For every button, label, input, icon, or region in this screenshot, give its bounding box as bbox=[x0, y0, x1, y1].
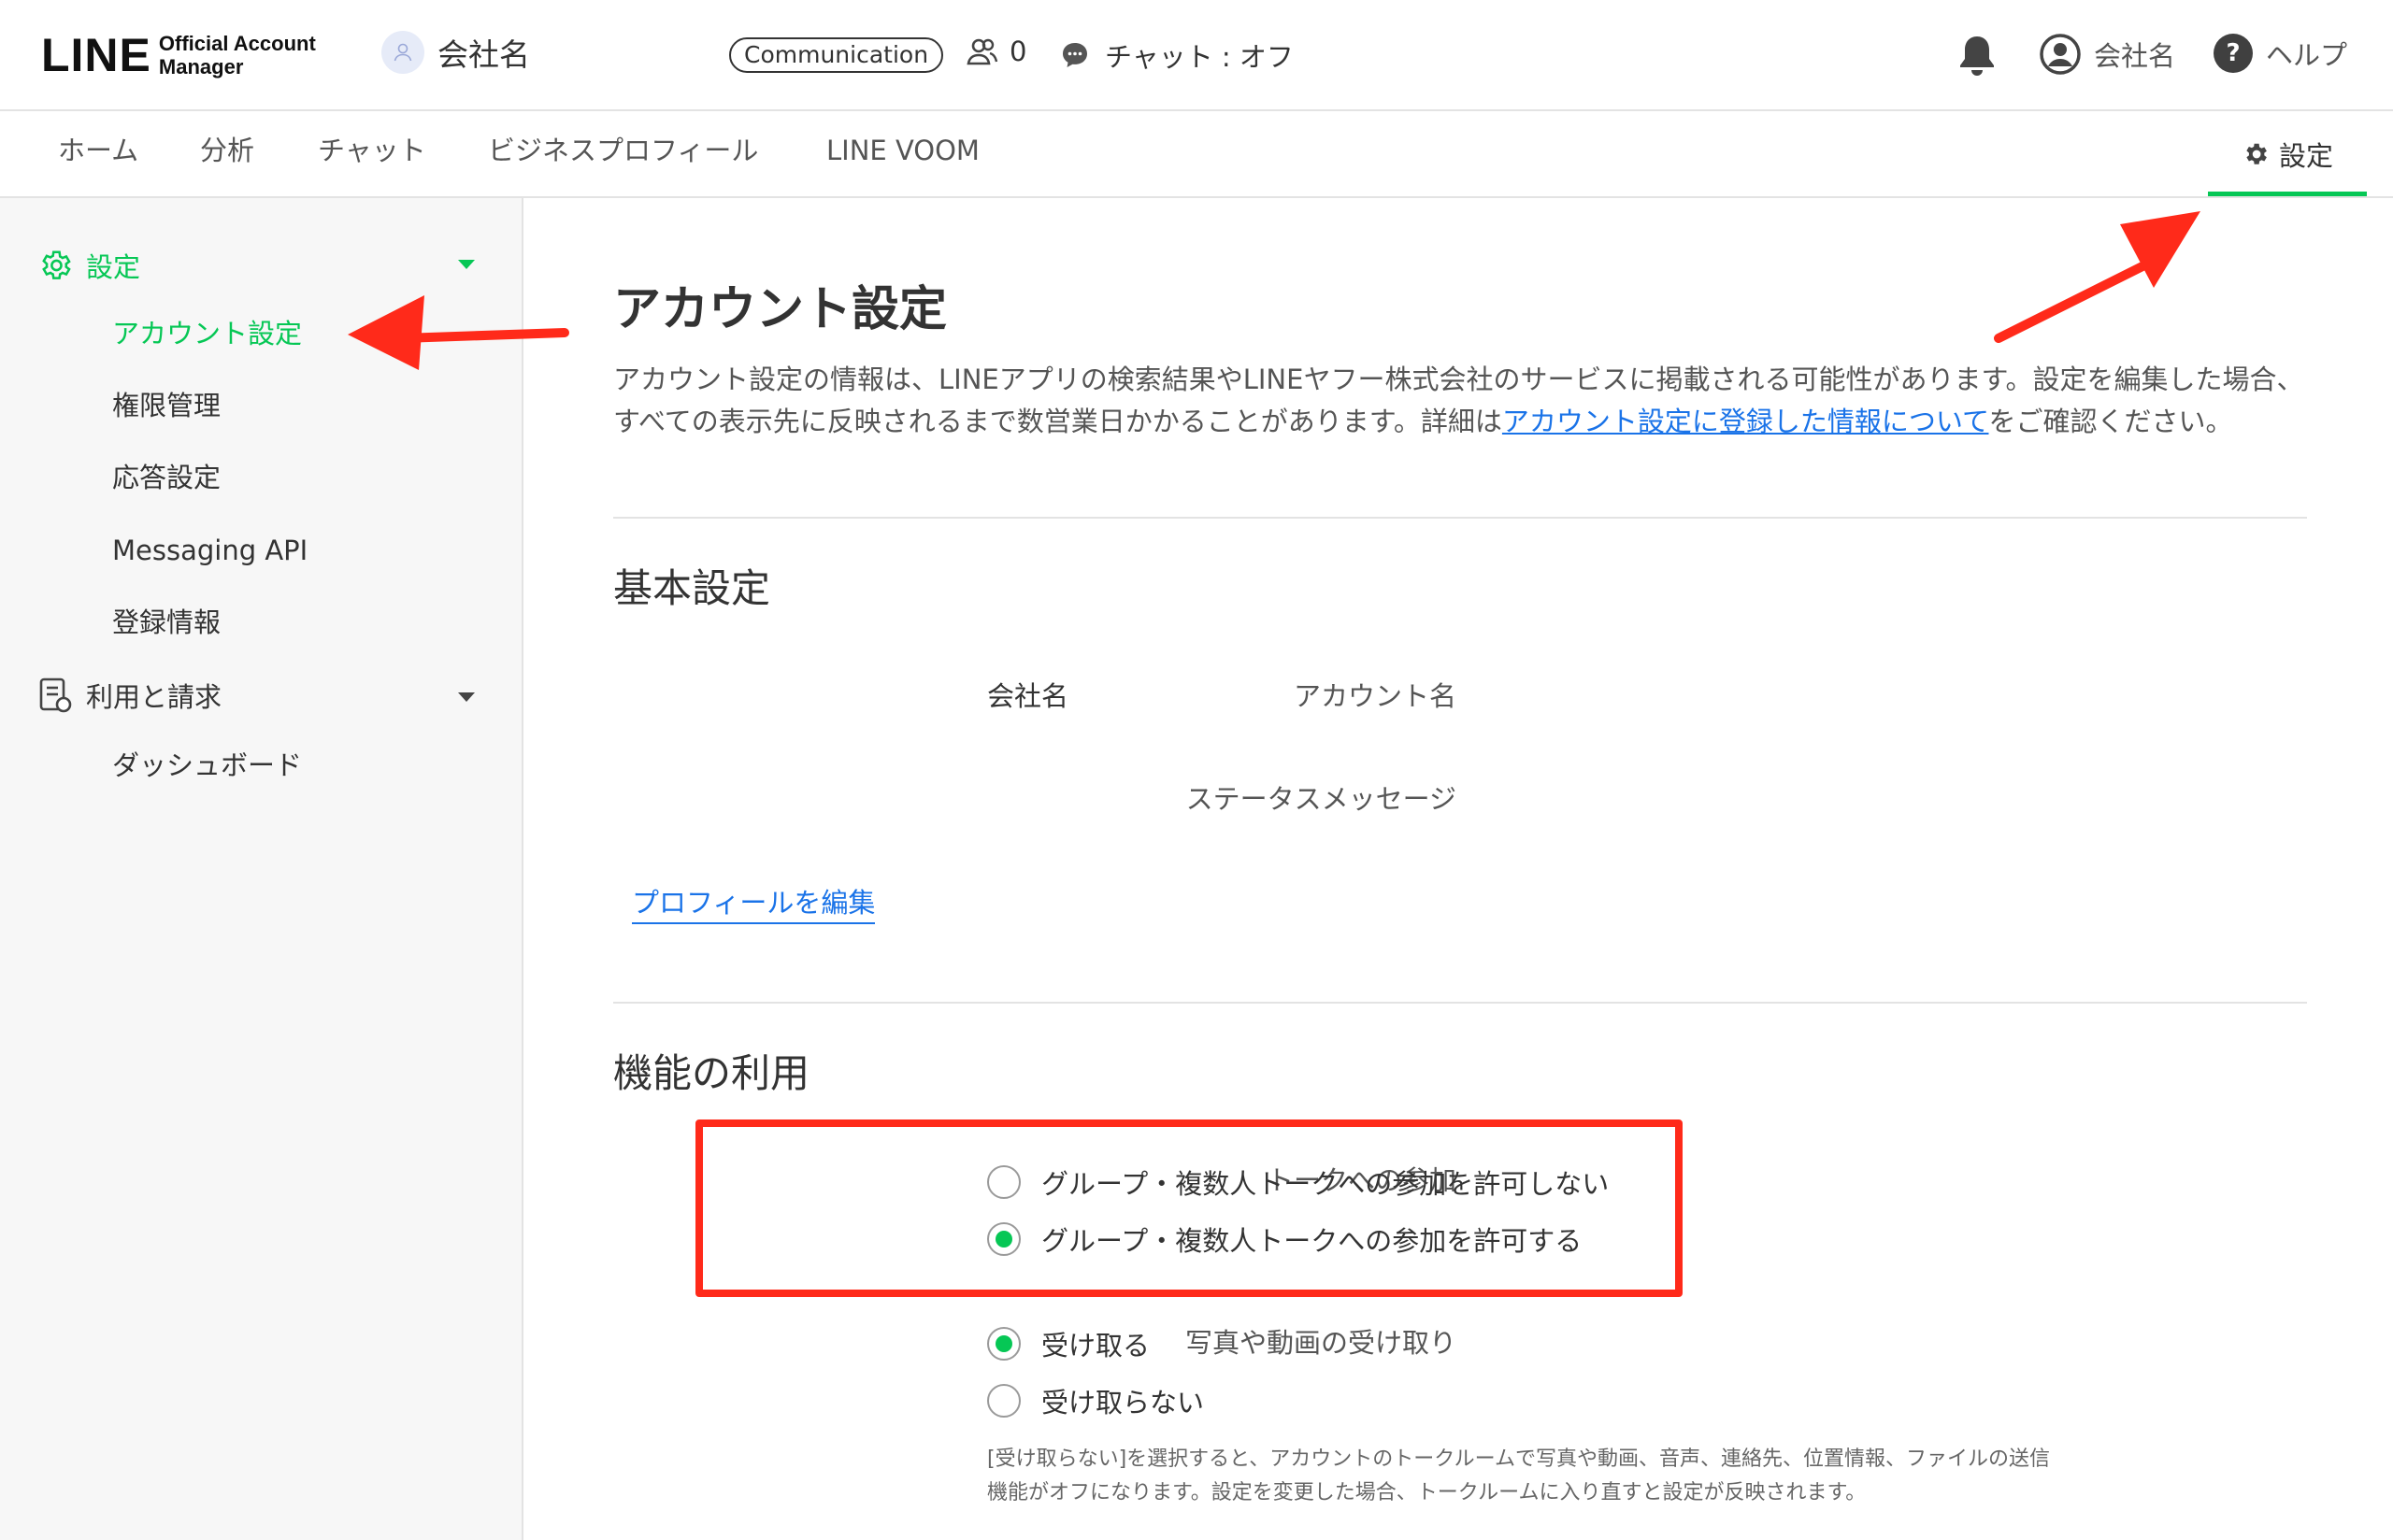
sidebar-group-billing[interactable]: 利用と請求 bbox=[37, 676, 222, 715]
main-content: アカウント設定 アカウント設定の情報は、LINEアプリの検索結果やLINEヤフー… bbox=[525, 198, 2393, 1540]
plan-badge: Communication bbox=[729, 37, 944, 73]
chevron-down-icon[interactable] bbox=[458, 692, 475, 702]
help-label: ヘルプ bbox=[2266, 39, 2348, 71]
page-description: アカウント設定の情報は、LINEアプリの検索結果やLINEヤフー株式会社のサービ… bbox=[613, 364, 2304, 437]
notification-bell-icon[interactable] bbox=[1957, 34, 1997, 80]
main-nav: ホーム 分析 チャット ビジネスプロフィール LINE VOOM 設定 bbox=[0, 111, 2393, 198]
tab-home[interactable]: ホーム bbox=[58, 137, 138, 164]
radio-label: 受け取る bbox=[1041, 1330, 1151, 1362]
radio-button-checked[interactable] bbox=[987, 1327, 1021, 1361]
media-reject-option[interactable]: 受け取らない bbox=[987, 1381, 1204, 1420]
app-root: LINE Official Account Manager 会社名 Commun… bbox=[0, 0, 2393, 1540]
chat-bubble-icon bbox=[1063, 43, 1087, 67]
help-icon: ? bbox=[2214, 34, 2253, 73]
logo-wordmark: LINE bbox=[41, 29, 151, 81]
sidebar-item-dashboard[interactable]: ダッシュボード bbox=[112, 752, 302, 779]
page-title: アカウント設定 bbox=[613, 282, 948, 337]
friends-icon bbox=[967, 38, 998, 65]
media-receive-label: 写真や動画の受け取り bbox=[1184, 1327, 1456, 1359]
account-name: 会社名 bbox=[437, 36, 530, 73]
media-receive-note: [受け取らない]を選択すると、アカウントのトークルームで写真や動画、音声、連絡先… bbox=[987, 1447, 2050, 1504]
sidebar-item-response-settings[interactable]: 応答設定 bbox=[112, 464, 221, 492]
account-info-link[interactable]: アカウント設定に登録した情報について bbox=[1502, 406, 1989, 437]
tab-settings[interactable]: 設定 bbox=[2208, 111, 2367, 196]
tab-settings-label: 設定 bbox=[2278, 139, 2333, 172]
account-name-value: 会社名 bbox=[987, 680, 1069, 712]
sidebar-item-account-settings[interactable]: アカウント設定 bbox=[112, 321, 302, 348]
help-menu[interactable]: ? ヘルプ bbox=[2214, 34, 2347, 73]
user-name: 会社名 bbox=[2094, 40, 2176, 72]
chat-status-label: チャット : オフ bbox=[1105, 41, 1294, 73]
features-title: 機能の利用 bbox=[613, 1050, 810, 1096]
tab-analytics[interactable]: 分析 bbox=[200, 137, 254, 164]
account-name-label: アカウント名 bbox=[1293, 680, 1456, 712]
gear-icon bbox=[2246, 143, 2267, 164]
top-header: LINE Official Account Manager 会社名 Commun… bbox=[0, 0, 2393, 111]
gear-icon bbox=[42, 250, 71, 279]
account-switcher[interactable]: 会社名 bbox=[381, 30, 530, 75]
tab-line-voom[interactable]: LINE VOOM bbox=[826, 137, 980, 164]
sidebar-item-permissions[interactable]: 権限管理 bbox=[112, 392, 221, 420]
sidebar-group-billing-label: 利用と請求 bbox=[86, 681, 222, 713]
friend-count-value: 0 bbox=[1010, 36, 1027, 67]
tab-business-profile[interactable]: ビジネスプロフィール bbox=[488, 137, 758, 164]
sidebar-group-settings[interactable]: 設定 bbox=[37, 246, 140, 285]
radio-label: 受け取らない bbox=[1041, 1387, 1205, 1419]
billing-icon bbox=[39, 677, 72, 713]
status-message-label: ステータスメッセージ bbox=[1185, 783, 1456, 815]
edit-profile-link[interactable]: プロフィールを編集 bbox=[632, 890, 876, 924]
sidebar-group-settings-label: 設定 bbox=[86, 251, 141, 283]
user-avatar-icon bbox=[2040, 34, 2081, 75]
user-menu[interactable]: 会社名 bbox=[2040, 34, 2175, 75]
section-divider bbox=[613, 1002, 2307, 1004]
active-tab-indicator bbox=[2208, 192, 2367, 196]
line-oa-logo[interactable]: LINE Official Account Manager bbox=[41, 28, 316, 82]
radio-button[interactable] bbox=[987, 1384, 1021, 1418]
sidebar-item-registration-info[interactable]: 登録情報 bbox=[112, 609, 221, 636]
annotation-highlight-box bbox=[695, 1119, 1683, 1297]
sidebar: 設定 アカウント設定 権限管理 応答設定 Messaging API 登録情報 … bbox=[0, 198, 523, 1540]
account-avatar-icon bbox=[381, 31, 424, 74]
section-divider bbox=[613, 517, 2307, 519]
media-receive-option[interactable]: 受け取る bbox=[987, 1324, 1150, 1363]
basic-settings-title: 基本設定 bbox=[613, 565, 771, 611]
logo-subtitle: Official Account Manager bbox=[158, 32, 316, 78]
chat-status[interactable]: チャット : オフ bbox=[1060, 36, 1294, 75]
chevron-down-icon[interactable] bbox=[458, 260, 475, 269]
tab-chat[interactable]: チャット bbox=[318, 137, 426, 164]
friend-count[interactable]: 0 bbox=[967, 36, 1026, 67]
sidebar-item-messaging-api[interactable]: Messaging API bbox=[112, 537, 308, 564]
